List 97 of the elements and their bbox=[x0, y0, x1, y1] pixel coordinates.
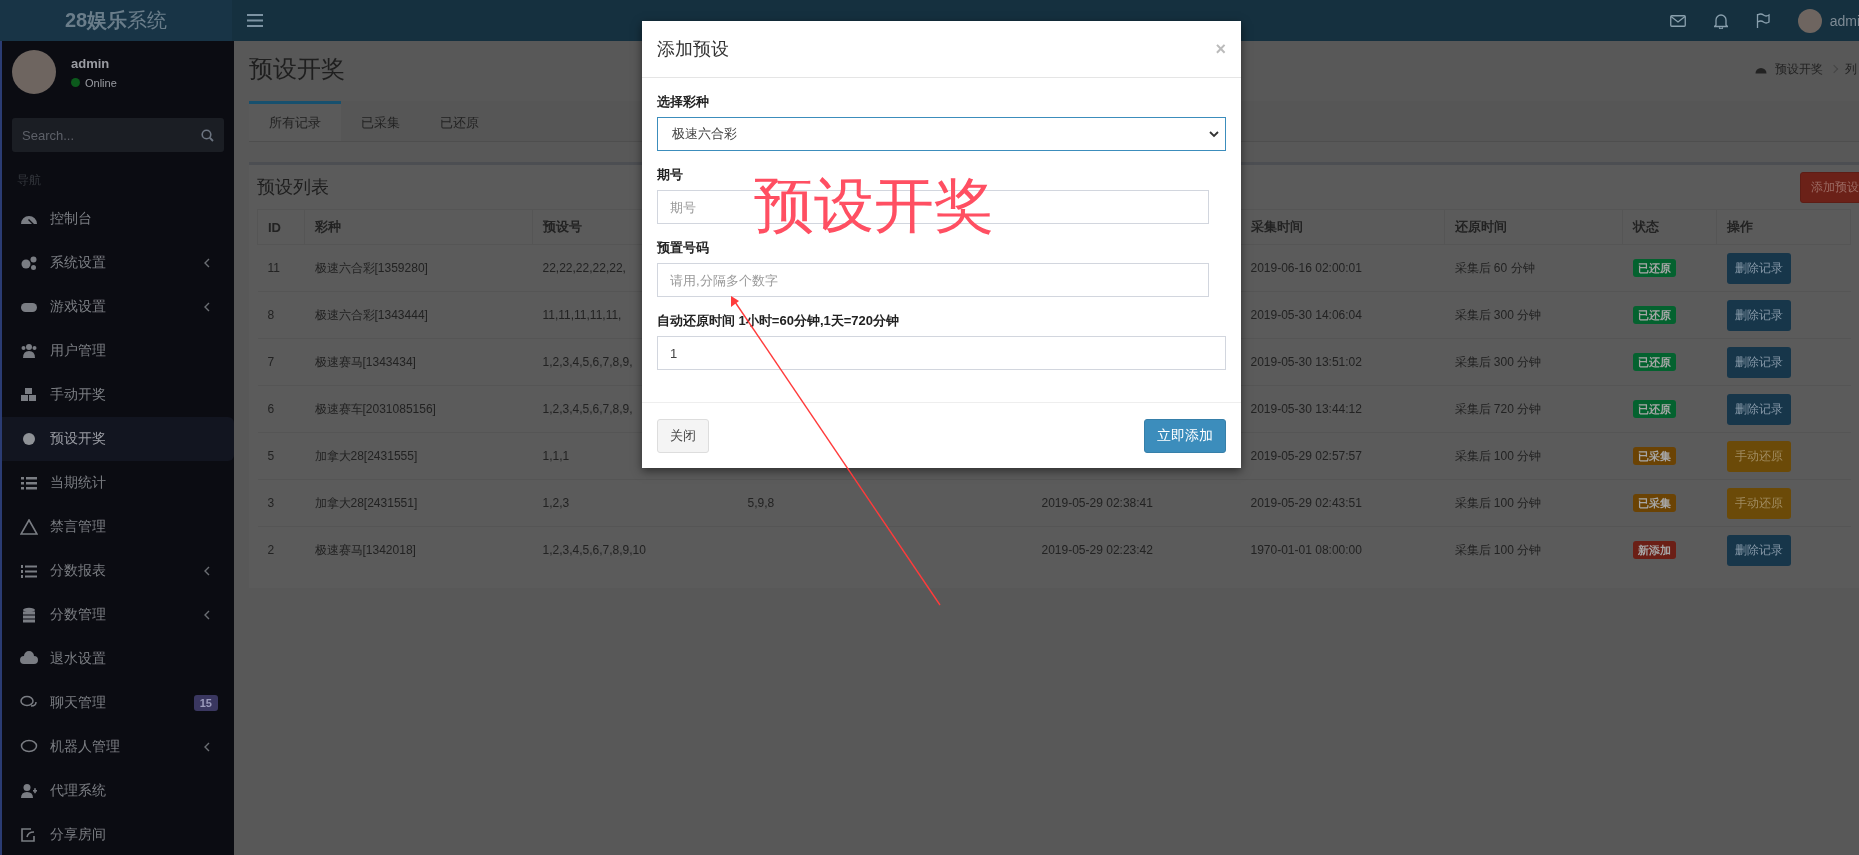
sidebar-item[interactable]: 代理系统 bbox=[2, 769, 234, 813]
column-header: 预设号 bbox=[543, 219, 582, 234]
delete-button[interactable]: 删除记录 bbox=[1726, 534, 1791, 566]
field-label: 预置号码 bbox=[657, 239, 710, 257]
list-icon bbox=[20, 475, 38, 491]
panel-title: 预设列表 bbox=[257, 176, 329, 199]
user-avatar bbox=[12, 50, 56, 94]
table-cell: 3 bbox=[267, 496, 275, 510]
table-cell: 2019-05-30 13:51:02 bbox=[1250, 355, 1362, 369]
column-header: ID bbox=[268, 219, 281, 235]
status-label: 已还原 bbox=[1632, 258, 1676, 277]
flag-icon[interactable] bbox=[1755, 12, 1770, 29]
status-label: 已还原 bbox=[1632, 305, 1676, 324]
add-preset-button[interactable]: 添加预设 bbox=[1800, 171, 1859, 203]
sidebar-item[interactable]: 分数管理 bbox=[2, 593, 234, 637]
menu-icon[interactable] bbox=[247, 14, 263, 27]
search-icon[interactable] bbox=[201, 129, 214, 142]
input-field[interactable]: 请用,分隔多个数字 bbox=[657, 263, 1209, 297]
sidebar-item[interactable]: 预设开奖 bbox=[2, 417, 234, 461]
column-header: 状态 bbox=[1633, 219, 1659, 234]
cloud-download-icon bbox=[20, 651, 38, 667]
table-cell: 8 bbox=[267, 308, 275, 322]
sidebar-item[interactable]: 机器人管理 bbox=[2, 725, 234, 769]
count-badge: 15 bbox=[193, 695, 218, 711]
user-status: Online bbox=[85, 76, 117, 89]
table-cell: 2019-05-29 02:57:57 bbox=[1250, 449, 1362, 463]
sidebar-item[interactable]: 分享房间 bbox=[2, 813, 234, 855]
database-icon bbox=[20, 607, 38, 623]
table-cell: 1,2,3,4,5,6,7,8,9, bbox=[542, 355, 633, 369]
user-plus-icon bbox=[20, 783, 38, 799]
warning-icon bbox=[20, 519, 38, 535]
sidebar-item[interactable]: 当期统计 bbox=[2, 461, 234, 505]
column-header: 彩种 bbox=[315, 219, 341, 234]
lottery-select[interactable]: 极速六合彩 bbox=[657, 117, 1226, 151]
column-header: 还原时间 bbox=[1455, 219, 1507, 234]
table-cell: 1,2,3 bbox=[542, 496, 570, 510]
sidebar-item[interactable]: 游戏设置 bbox=[2, 285, 234, 329]
delete-button[interactable]: 删除记录 bbox=[1726, 393, 1791, 425]
online-dot-icon bbox=[71, 78, 80, 87]
sidebar-item[interactable]: 控制台 bbox=[2, 197, 234, 241]
table-cell: 2019-05-29 02:43:51 bbox=[1250, 496, 1362, 510]
sidebar-item[interactable]: 用户管理 bbox=[2, 329, 234, 373]
delete-button[interactable]: 删除记录 bbox=[1726, 299, 1791, 331]
restore-button[interactable]: 手动还原 bbox=[1726, 440, 1791, 472]
share-icon bbox=[20, 827, 38, 843]
search-field[interactable]: Search... bbox=[12, 118, 224, 152]
app-logo[interactable]: 28娱乐系统 bbox=[64, 7, 168, 34]
cubes-icon bbox=[20, 387, 38, 403]
table-cell: 2019-06-16 02:00:01 bbox=[1250, 261, 1362, 275]
table-cell: 2019-05-29 02:38:41 bbox=[1041, 496, 1153, 510]
field-label: 期号 bbox=[657, 166, 684, 184]
column-header: 采集时间 bbox=[1251, 219, 1303, 234]
field-label: 选择彩种 bbox=[657, 93, 710, 111]
numbered-list-icon bbox=[20, 563, 38, 579]
table-cell: 7 bbox=[267, 355, 275, 369]
delete-button[interactable]: 删除记录 bbox=[1726, 252, 1791, 284]
status-label: 已还原 bbox=[1632, 352, 1676, 371]
bell-icon[interactable] bbox=[1713, 12, 1728, 29]
dialog-title: 添加预设 bbox=[657, 38, 729, 61]
sidebar-item[interactable]: 系统设置 bbox=[2, 241, 234, 285]
input-field[interactable]: 1 bbox=[657, 336, 1226, 370]
sidebar-item[interactable]: 分数报表 bbox=[2, 549, 234, 593]
status-label: 已还原 bbox=[1632, 399, 1676, 418]
sidebar-item[interactable]: 退水设置 bbox=[2, 637, 234, 681]
users-icon bbox=[20, 343, 38, 359]
restore-button[interactable]: 手动还原 bbox=[1726, 487, 1791, 519]
table-cell: 1,2,3,4,5,6,7,8,9,10 bbox=[542, 543, 646, 557]
table-cell: 5 bbox=[267, 449, 275, 463]
sidebar-item[interactable]: 手动开奖 bbox=[2, 373, 234, 417]
gears-icon bbox=[20, 255, 38, 271]
table-cell: 2019-05-29 02:23:42 bbox=[1041, 543, 1153, 557]
caret-icon bbox=[1209, 130, 1219, 138]
table-cell: 5,9,8 bbox=[747, 496, 775, 510]
table-cell: 1970-01-01 08:00:00 bbox=[1250, 543, 1362, 557]
sidebar-item[interactable]: 禁言管理 bbox=[2, 505, 234, 549]
page-title: 预设开奖 bbox=[249, 54, 345, 84]
sidebar-item[interactable]: 聊天管理 15 bbox=[2, 681, 234, 725]
envelope-icon[interactable] bbox=[1669, 14, 1686, 27]
table-cell: 1,1,1 bbox=[542, 449, 570, 463]
table-cell: 11 bbox=[267, 261, 280, 275]
user-name[interactable]: admi bbox=[1829, 12, 1859, 29]
status-label: 已采集 bbox=[1632, 493, 1676, 512]
column-header: 操作 bbox=[1727, 219, 1753, 234]
user-name: admin bbox=[71, 55, 111, 71]
table-cell: 2019-05-30 13:44:12 bbox=[1250, 402, 1362, 416]
table-cell: 2019-05-30 14:06:04 bbox=[1250, 308, 1362, 322]
table-cell: 22,22,22,22,22, bbox=[542, 261, 626, 275]
chat-bubble-icon bbox=[20, 739, 38, 755]
user-avatar[interactable] bbox=[1797, 8, 1822, 33]
status-label: 已采集 bbox=[1632, 446, 1676, 465]
submit-button[interactable]: 立即添加 bbox=[1144, 418, 1226, 453]
table-cell: 1,2,3,4,5,6,7,8,9, bbox=[542, 402, 633, 416]
table-cell: 2 bbox=[267, 543, 275, 557]
delete-button[interactable]: 删除记录 bbox=[1726, 346, 1791, 378]
status-label: 新添加 bbox=[1632, 540, 1676, 559]
close-dialog-button[interactable]: 关闭 bbox=[657, 418, 709, 453]
table-cell: 11,11,11,11,11, bbox=[542, 308, 622, 322]
